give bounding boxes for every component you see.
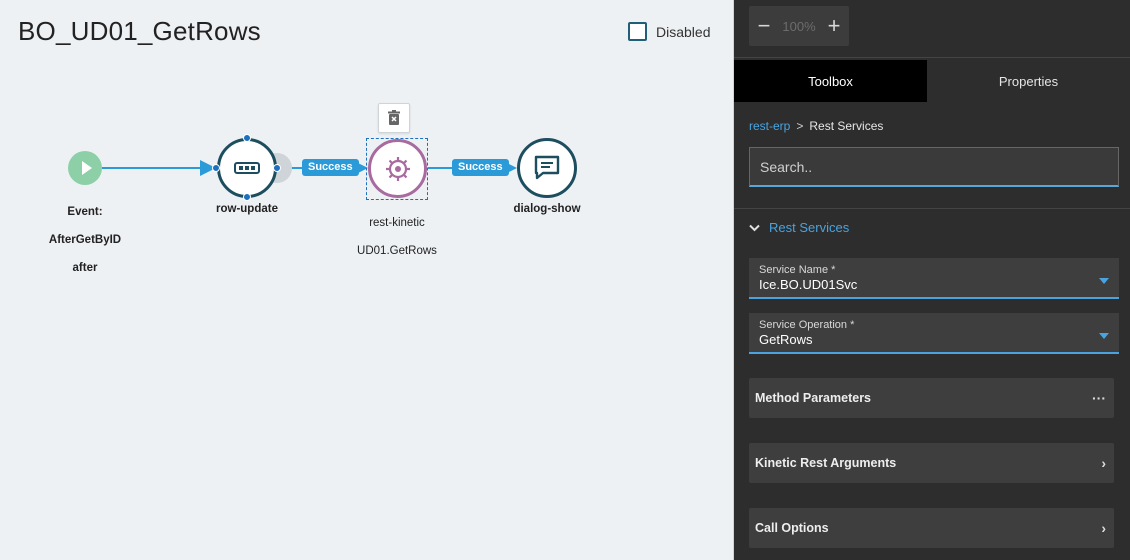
call-options-label: Call Options — [755, 521, 829, 535]
dropdown-caret-icon — [1099, 278, 1109, 284]
rest-kinetic-label: rest-kinetic UD01.GetRows — [347, 202, 447, 272]
start-label-line2: AfterGetByID — [48, 234, 122, 246]
breadcrumb-separator: > — [796, 119, 804, 133]
zoom-out-button[interactable]: − — [755, 15, 773, 37]
delete-node-button[interactable] — [378, 103, 410, 133]
zoom-level: 100% — [782, 18, 816, 34]
chevron-down-icon — [749, 224, 760, 231]
service-operation-label: Service Operation * — [759, 319, 855, 331]
dropdown-caret-icon — [1099, 333, 1109, 339]
divider — [734, 208, 1130, 209]
row-update-port-bottom[interactable] — [243, 193, 251, 201]
call-options-row[interactable]: Call Options › — [749, 508, 1114, 548]
kinetic-rest-arguments-label: Kinetic Rest Arguments — [755, 456, 897, 470]
rest-kinetic-node[interactable] — [368, 139, 427, 198]
kinetic-rest-arguments-row[interactable]: Kinetic Rest Arguments › — [749, 443, 1114, 483]
service-operation-value: GetRows — [759, 332, 813, 347]
row-update-port-right[interactable] — [273, 164, 281, 172]
breadcrumb-link-rest-erp[interactable]: rest-erp — [749, 119, 790, 133]
section-rest-services-header[interactable]: Rest Services — [749, 220, 849, 235]
method-parameters-label: Method Parameters — [755, 391, 872, 405]
service-name-label: Service Name * — [759, 264, 836, 276]
success-badge-1: Success — [302, 159, 359, 176]
workflow-canvas[interactable]: BO_UD01_GetRows Disabled Event: AfterGet… — [0, 0, 734, 560]
row-update-port-left[interactable] — [212, 164, 220, 172]
service-operation-select[interactable]: Service Operation * GetRows — [749, 313, 1119, 354]
service-name-select[interactable]: Service Name * Ice.BO.UD01Svc — [749, 258, 1119, 299]
rest-kinetic-label-line1: rest-kinetic — [369, 217, 425, 229]
dialog-show-label: dialog-show — [513, 203, 581, 215]
start-event-label: Event: AfterGetByID after — [40, 191, 130, 289]
breadcrumb-current: Rest Services — [809, 119, 884, 133]
gear-icon — [385, 156, 410, 181]
zoom-control: − 100% + — [749, 6, 849, 46]
tab-properties[interactable]: Properties — [927, 60, 1130, 102]
panel-tabs: Toolbox Properties — [734, 60, 1130, 102]
service-name-value: Ice.BO.UD01Svc — [759, 277, 858, 292]
tab-toolbox[interactable]: Toolbox — [734, 60, 927, 102]
start-label-line3: after — [72, 262, 98, 274]
search-input[interactable] — [749, 147, 1119, 187]
dialog-show-node[interactable] — [517, 138, 577, 198]
row-update-icon — [234, 162, 260, 174]
section-title: Rest Services — [769, 220, 850, 235]
rest-kinetic-label-line2: UD01.GetRows — [357, 245, 437, 257]
breadcrumb: rest-erp > Rest Services — [749, 119, 883, 133]
success-badge-2: Success — [452, 159, 509, 176]
row-update-label: row-update — [216, 203, 278, 215]
divider — [734, 57, 1130, 58]
zoom-in-button[interactable]: + — [825, 15, 843, 37]
chevron-right-icon: › — [1101, 455, 1106, 471]
chevron-right-icon: › — [1101, 520, 1106, 536]
row-update-node[interactable] — [217, 138, 277, 198]
properties-panel: − 100% + Toolbox Properties rest-erp > R… — [734, 0, 1130, 560]
method-parameters-row[interactable]: Method Parameters ··· — [749, 378, 1114, 418]
row-update-port-top[interactable] — [243, 134, 251, 142]
more-icon[interactable]: ··· — [1092, 390, 1106, 406]
start-event-node[interactable] — [68, 151, 102, 185]
trash-icon — [388, 110, 400, 125]
start-label-line1: Event: — [67, 206, 103, 218]
chat-icon — [534, 155, 560, 180]
play-icon — [81, 161, 92, 175]
